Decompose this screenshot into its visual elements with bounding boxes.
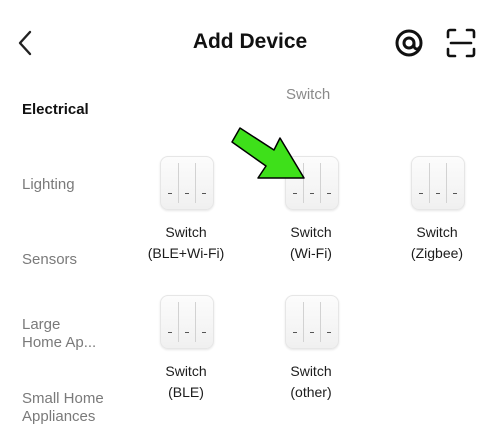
switch-device-icon [411, 156, 465, 210]
green-arrow-icon [226, 124, 310, 184]
sidebar-item-label: Sensors [22, 251, 78, 268]
device-label: Switch (BLE+Wi-Fi) [147, 224, 225, 261]
device-label: Switch (Zigbee) [410, 224, 464, 261]
sidebar-item-label: Home Ap... [22, 334, 97, 351]
sidebar-item-label: Large [22, 316, 61, 333]
scan-qr-icon[interactable] [444, 26, 478, 60]
device-label: Switch (Wi-Fi) [290, 224, 332, 261]
device-switch-other[interactable]: Switch (other) [251, 295, 371, 415]
switch-device-icon [285, 295, 339, 349]
section-title: Switch [286, 86, 331, 103]
device-switch-ble[interactable]: Switch (BLE) [126, 295, 246, 415]
sidebar-item-large-home-appliances[interactable]: Large Home Ap... [22, 316, 96, 352]
sidebar-item-label: Small Home [22, 390, 104, 407]
device-label: Switch (other) [290, 363, 332, 400]
header-bar: Add Device [0, 0, 500, 86]
switch-device-icon [160, 295, 214, 349]
sidebar-item-electrical[interactable]: Electrical [22, 101, 89, 119]
category-sidebar: Electrical Lighting Sensors Large Home A… [0, 86, 135, 437]
device-label: Switch (BLE) [165, 363, 207, 400]
sidebar-item-label: Appliances [22, 408, 96, 425]
sidebar-item-lighting[interactable]: Lighting [22, 176, 75, 194]
switch-device-icon [160, 156, 214, 210]
sidebar-item-label: Electrical [22, 101, 89, 118]
sidebar-item-sensors[interactable]: Sensors [22, 251, 77, 269]
device-switch-zigbee[interactable]: Switch (Zigbee) [377, 156, 497, 276]
sidebar-item-small-home-appliances[interactable]: Small Home Appliances [22, 390, 104, 426]
sidebar-item-label: Lighting [22, 176, 75, 193]
at-sign-icon[interactable] [392, 26, 426, 60]
